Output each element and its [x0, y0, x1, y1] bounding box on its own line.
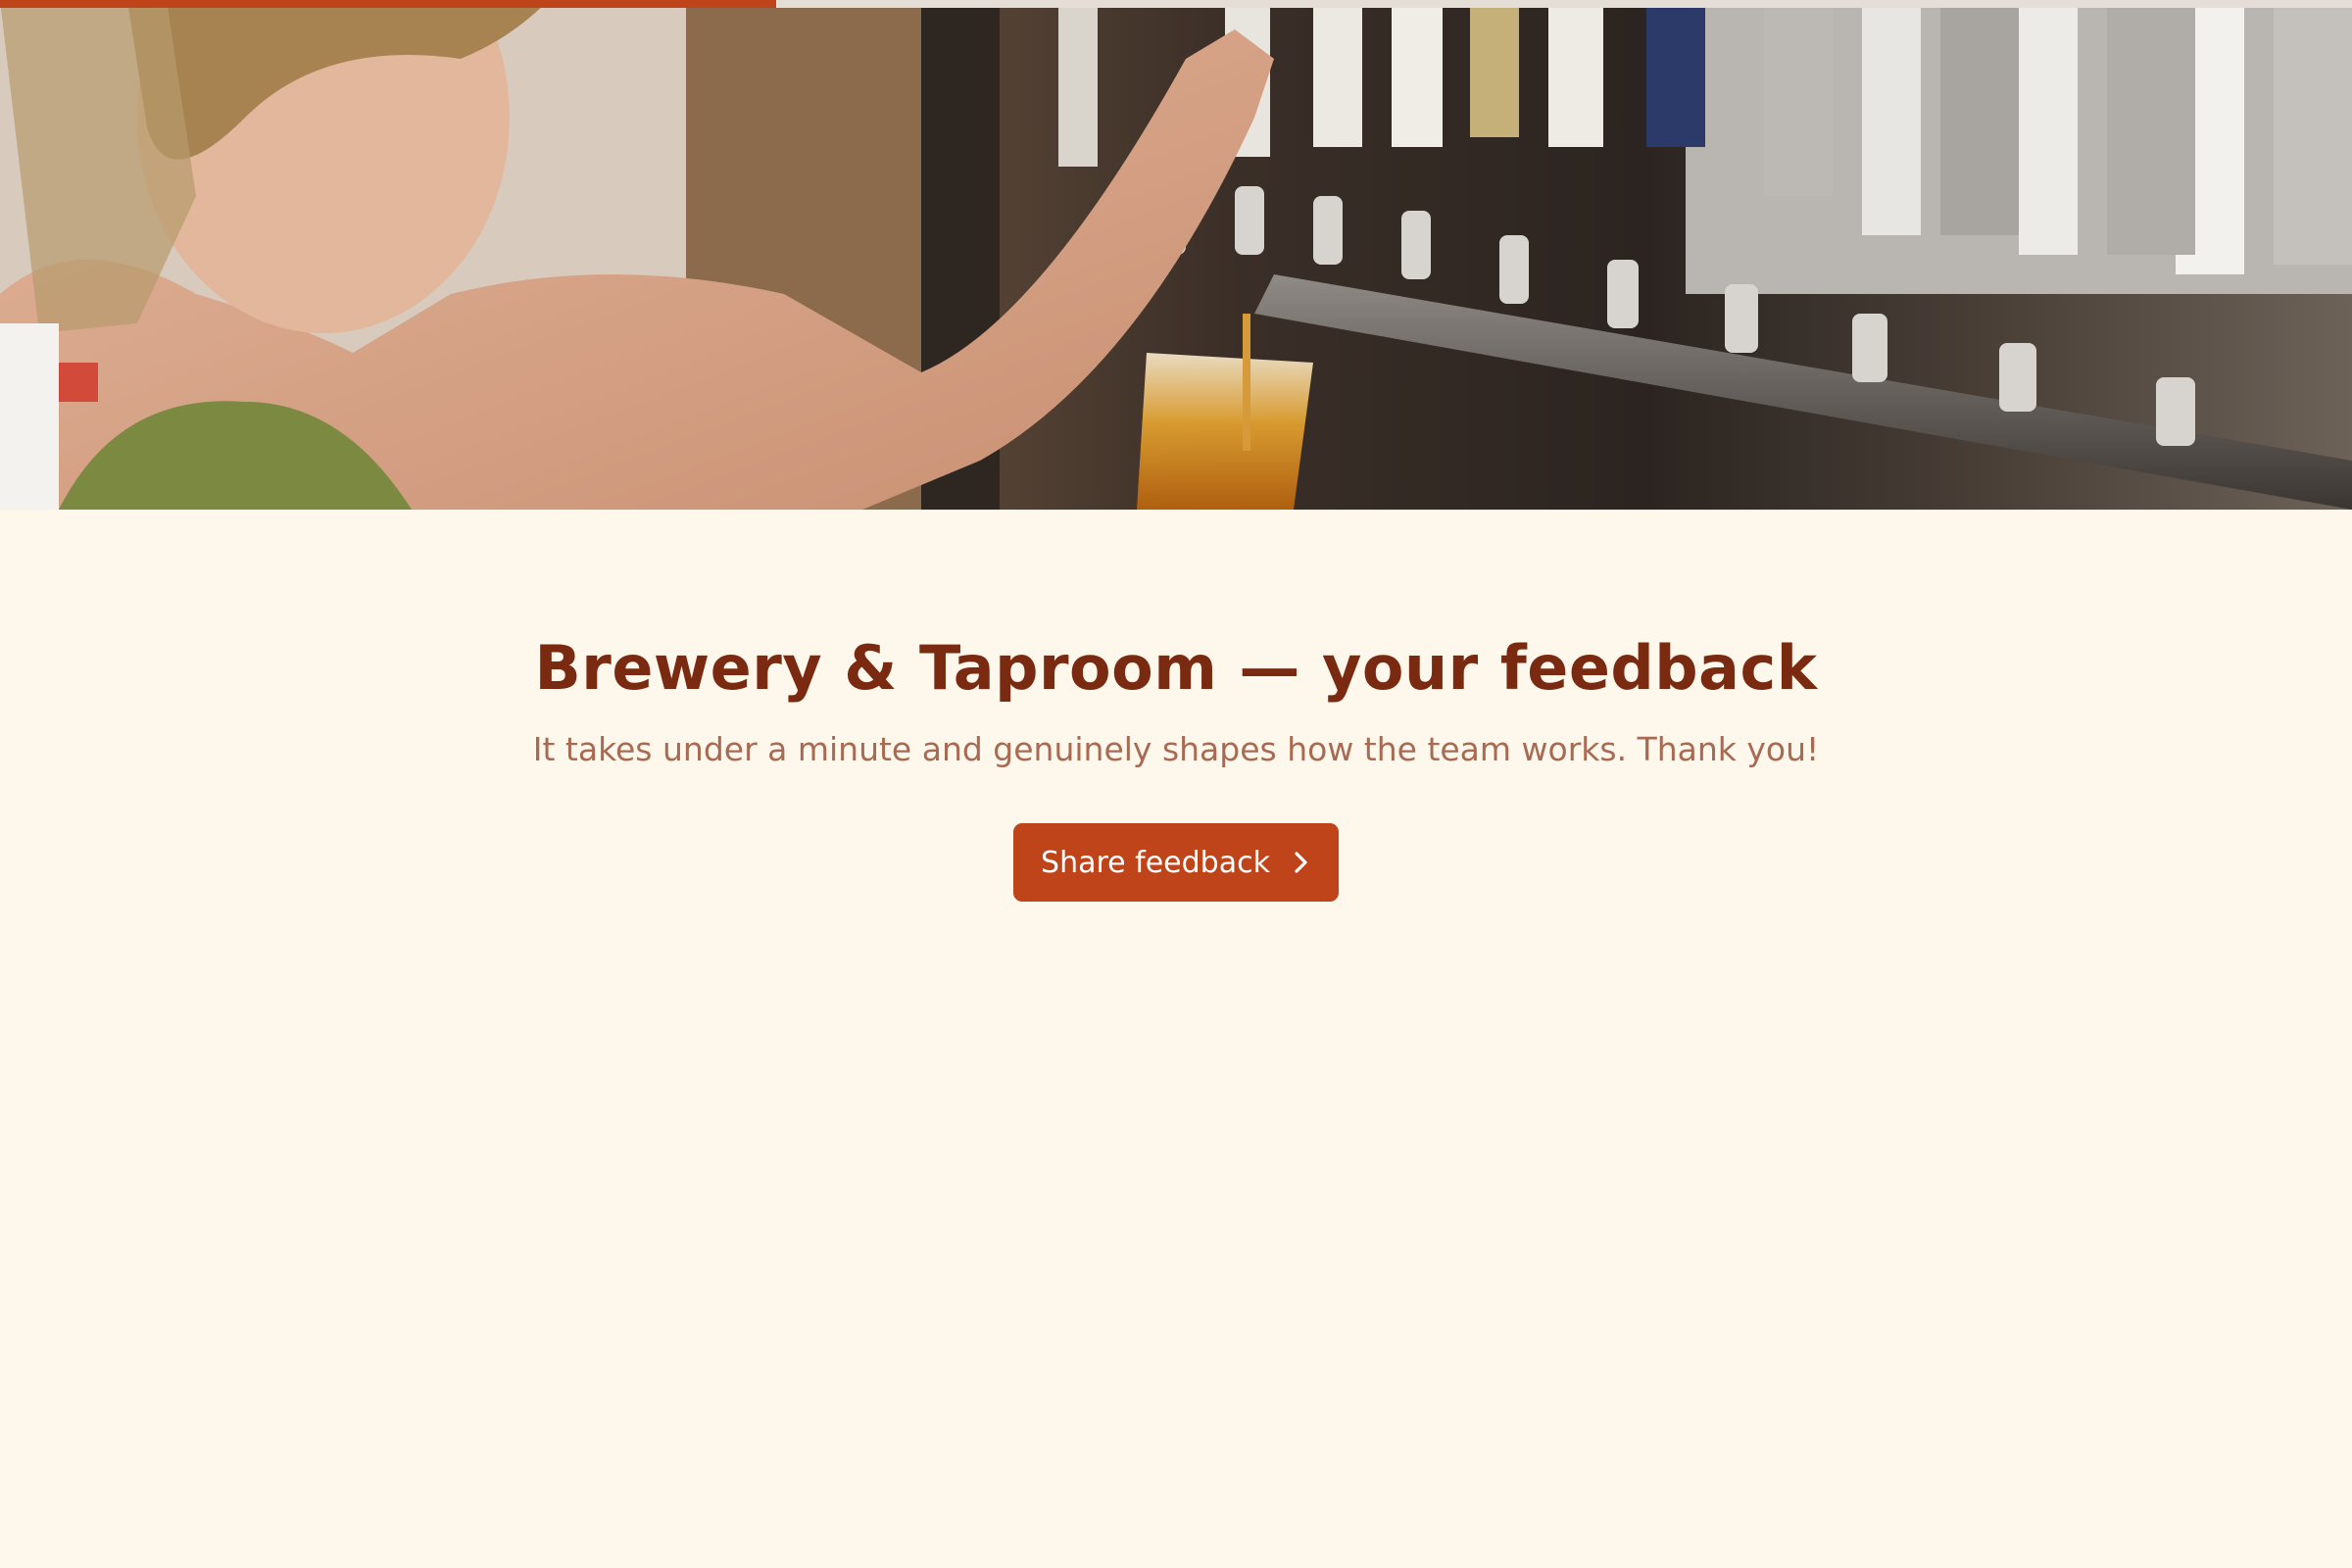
progress-bar-fill — [0, 0, 776, 8]
share-feedback-button-label: Share feedback — [1041, 845, 1270, 880]
progress-bar — [0, 0, 2352, 8]
hero-image — [0, 0, 2352, 510]
hero-photo-illustration — [0, 0, 2352, 510]
page-subtitle: It takes under a minute and genuinely sh… — [532, 730, 1820, 768]
page-title: Brewery & Taproom — your feedback — [534, 632, 1818, 704]
share-feedback-button[interactable]: Share feedback — [1013, 823, 1339, 902]
survey-welcome-page: Brewery & Taproom — your feedback It tak… — [0, 0, 2352, 1568]
chevron-right-icon — [1292, 849, 1311, 876]
